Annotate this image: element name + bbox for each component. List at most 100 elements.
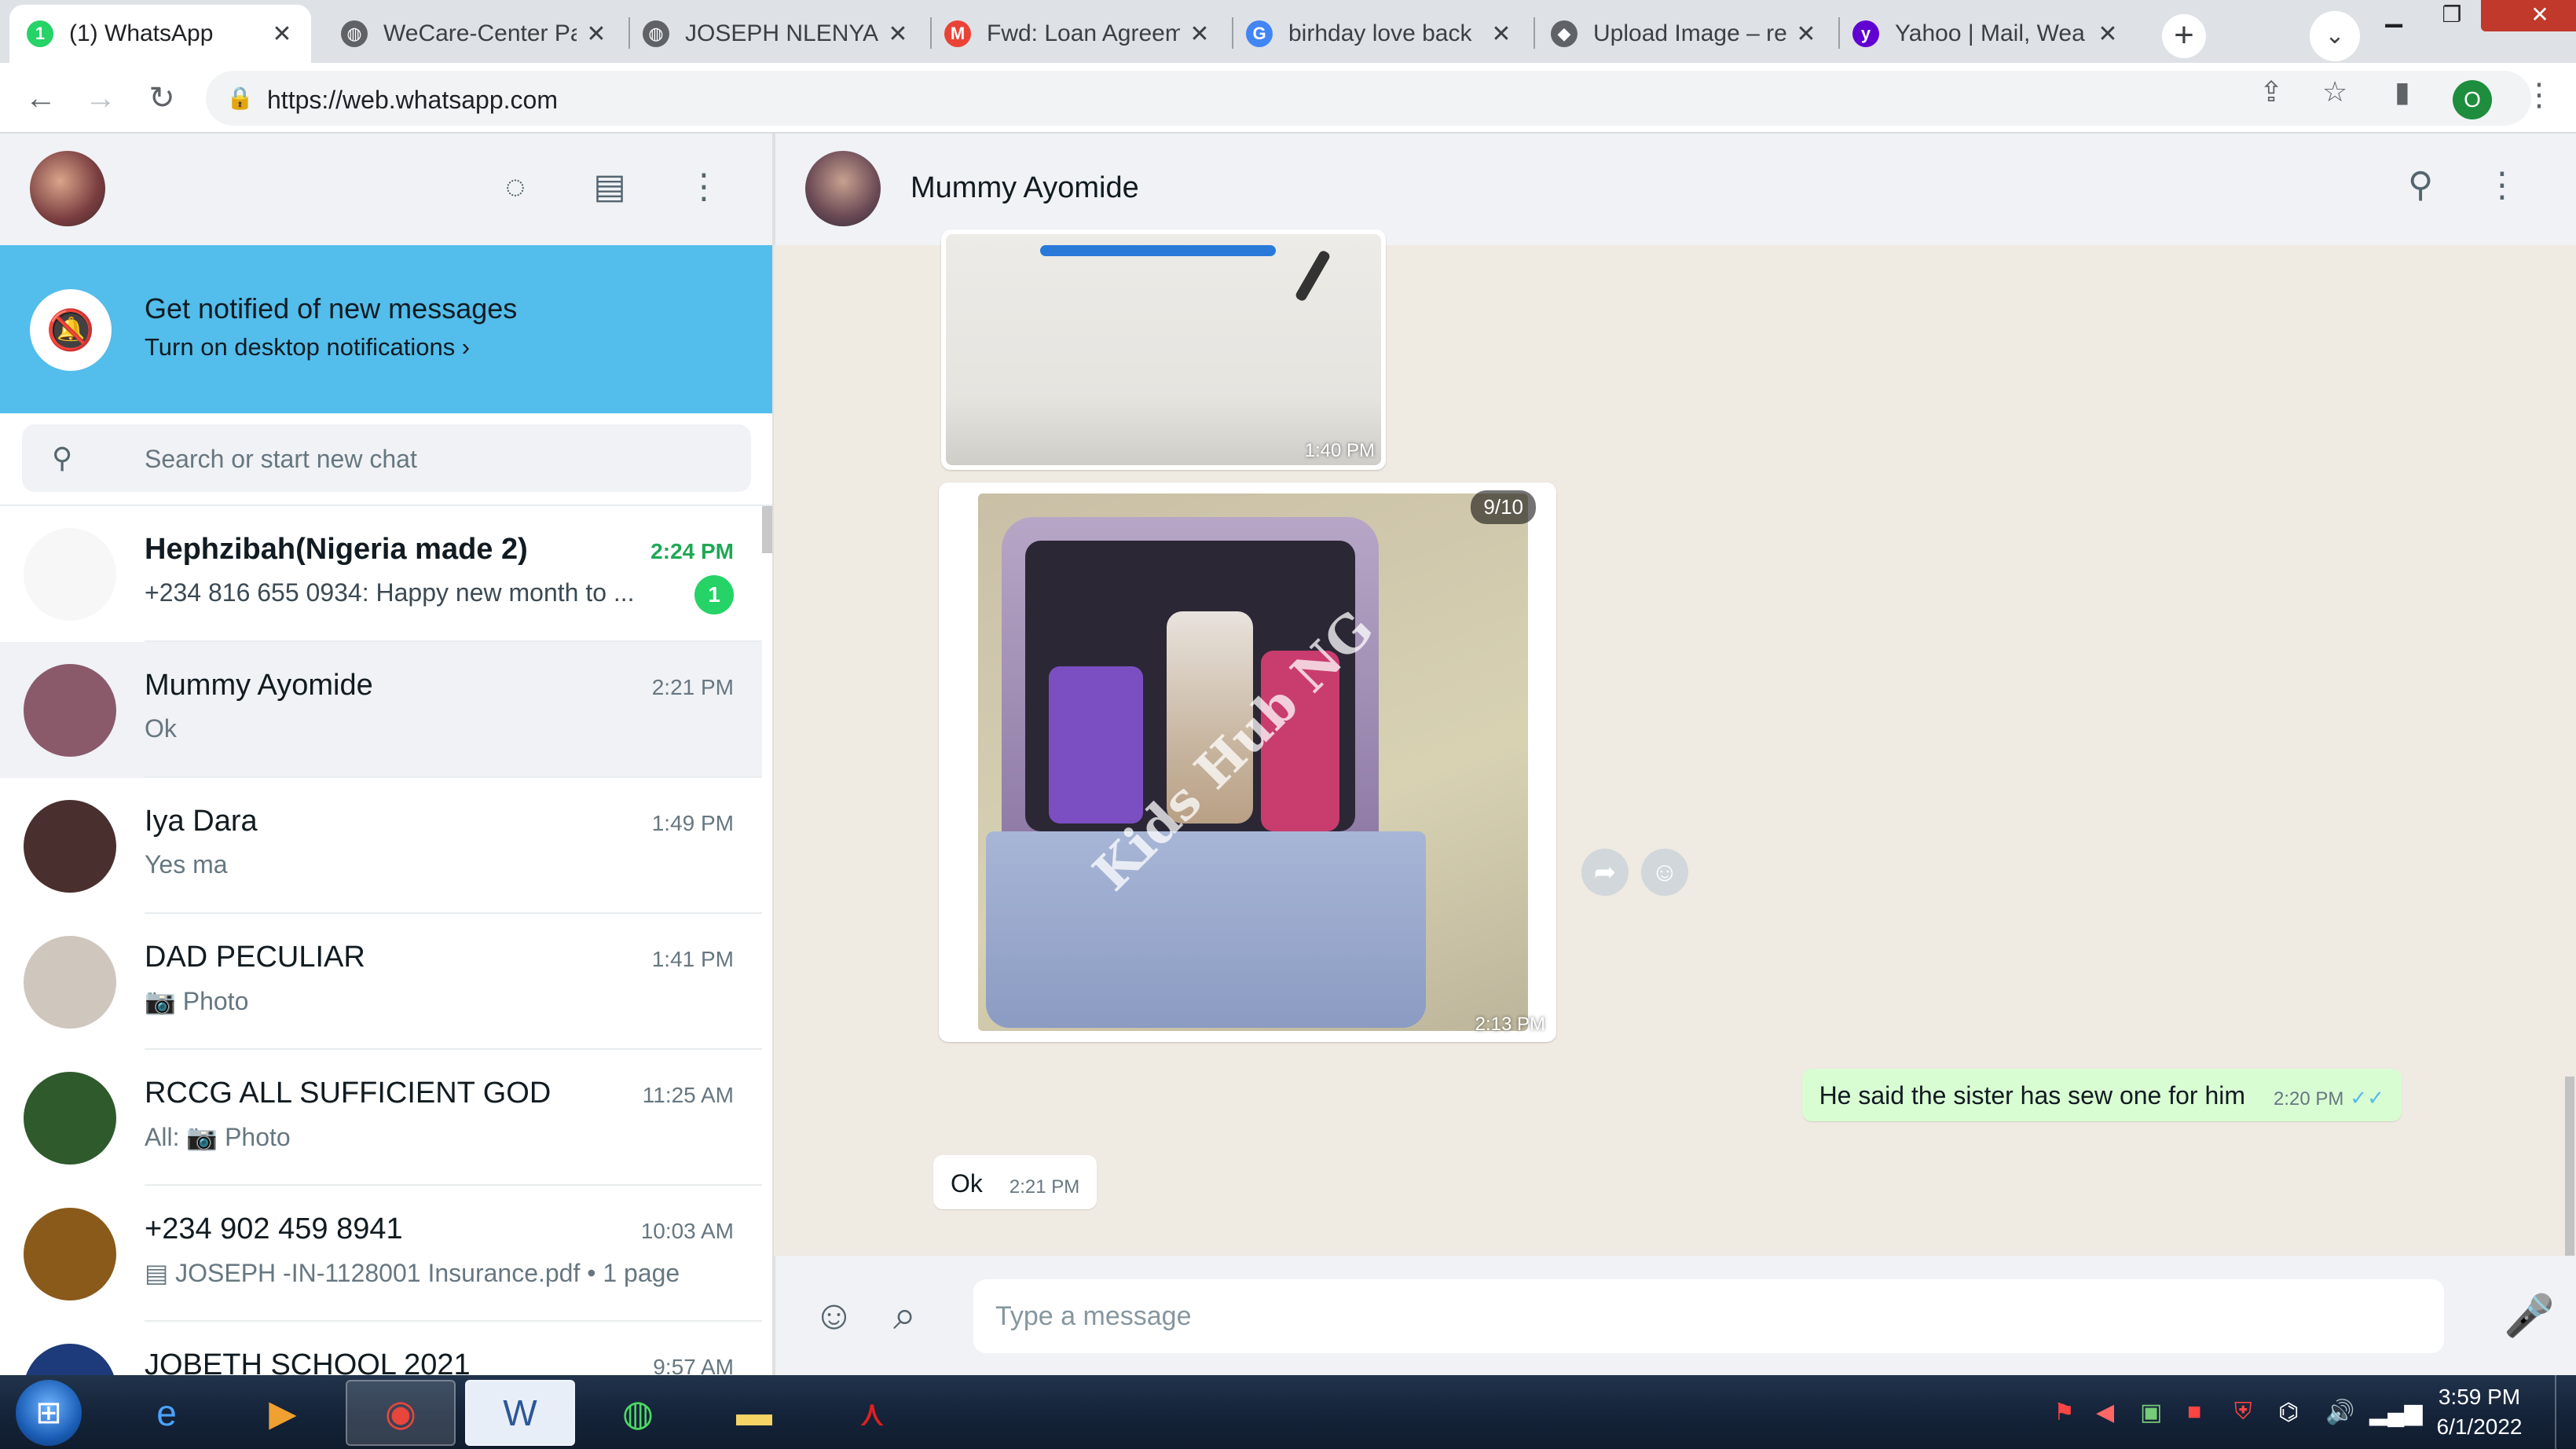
google-icon: G — [1246, 20, 1273, 47]
enable-notifications-link[interactable]: Turn on desktop notifications › — [145, 333, 470, 361]
read-receipt-icon: ✓✓ — [2350, 1086, 2384, 1110]
image-message[interactable]: Kids Hub NG 9/10 2:13 PM — [939, 482, 1556, 1042]
message-text: He said the sister has sew one for him — [1819, 1081, 2246, 1110]
start-button-icon[interactable]: ⊞ — [16, 1380, 82, 1446]
app-taskbar-icon[interactable]: ◍ — [583, 1380, 693, 1446]
address-bar[interactable]: 🔒 https://web.whatsapp.com — [206, 71, 2531, 126]
image-message[interactable]: 1:40 PM — [941, 229, 1386, 470]
browser-tab[interactable]: y Yahoo | Mail, Wea ✕ — [1835, 5, 2137, 63]
minimize-window-icon[interactable]: ▁ — [2365, 0, 2423, 31]
message-time: 1:40 PM — [1304, 440, 1375, 461]
new-chat-icon[interactable]: ▤ — [586, 163, 633, 211]
volume-icon[interactable]: 🔊 — [2325, 1399, 2354, 1426]
conversation-header[interactable]: Mummy Ayomide ⚲ ⋮ — [774, 134, 2576, 245]
search-input[interactable]: ⚲ Search or start new chat — [22, 424, 751, 492]
word-taskbar-icon[interactable]: W — [465, 1380, 575, 1446]
chat-name: +234 902 459 8941 — [145, 1212, 403, 1245]
chat-list-item[interactable]: +234 902 459 8941 10:03 AM ▤ JOSEPH -IN-11… — [0, 1186, 762, 1322]
notification-bell-off-icon: 🔕 — [30, 289, 112, 371]
chat-name: Iya Dara — [145, 805, 258, 838]
status-icon[interactable]: ◌ — [492, 163, 539, 211]
browser-tab[interactable]: Gbirhday love back ✕ — [1229, 5, 1530, 63]
profile-avatar[interactable]: O — [2453, 80, 2492, 119]
outgoing-message[interactable]: He said the sister has sew one for him 2… — [1801, 1069, 2402, 1121]
internet-explorer-icon[interactable]: e — [112, 1380, 222, 1446]
message-area: 1:40 PM Kids Hub NG 9/10 2:13 PM ➦ ☺ He … — [774, 229, 2576, 1256]
action-center-flag-icon[interactable]: ⚑ — [2054, 1399, 2075, 1426]
conversation-scrollbar[interactable] — [2565, 1077, 2574, 1256]
photo-detail — [1294, 249, 1332, 303]
my-profile-avatar[interactable] — [30, 151, 105, 226]
browser-tab[interactable]: ◍ WeCare-Center Pa ✕ — [324, 5, 625, 63]
emoji-icon[interactable]: ☺ — [813, 1292, 855, 1339]
tray-app-icon[interactable]: ▣ — [2140, 1399, 2162, 1426]
browser-tab[interactable]: M Fwd: Loan Agreem ✕ — [927, 5, 1229, 63]
antivirus-shield-icon[interactable]: ⛨ — [2234, 1399, 2252, 1425]
forward-icon[interactable]: → — [77, 75, 124, 123]
chat-list-item[interactable]: Iya Dara 1:49 PM Yes ma — [0, 778, 762, 914]
chat-list-scrollbar[interactable] — [762, 506, 772, 553]
tray-app-icon[interactable]: ◀ — [2096, 1399, 2114, 1426]
chat-name: RCCG ALL SUFFICIENT GOD — [145, 1077, 551, 1110]
microphone-icon[interactable]: 🎤 — [2504, 1292, 2555, 1340]
attach-icon[interactable]: ⌕ — [893, 1292, 916, 1340]
chat-avatar — [24, 664, 116, 757]
chat-list-item[interactable]: RCCG ALL SUFFICIENT GOD 11:25 AM All: 📷 Ph… — [0, 1050, 762, 1186]
close-window-icon[interactable]: ✕ — [2481, 0, 2576, 31]
conversation-menu-icon[interactable]: ⋮ — [2485, 165, 2519, 205]
close-tab-icon[interactable]: ✕ — [1490, 20, 1513, 48]
file-explorer-icon[interactable]: ▬ — [699, 1380, 809, 1446]
url-text: https://web.whatsapp.com — [267, 86, 558, 114]
browser-tab[interactable]: ◆ Upload Image – re ✕ — [1534, 5, 1835, 63]
browser-tab[interactable]: ◍ JOSEPH NLENYA.p ✕ — [625, 5, 927, 63]
tab-title: Yahoo | Mail, Wea — [1895, 20, 2085, 46]
lunch-bag-photo: Kids Hub NG — [978, 493, 1528, 1031]
message-time: 2:21 PM — [1009, 1176, 1080, 1198]
acrobat-reader-icon[interactable]: ⋏ — [817, 1380, 927, 1446]
signal-strength-icon[interactable]: ▂▄▆ — [2369, 1399, 2422, 1426]
network-adapter-icon[interactable]: ⌬ — [2278, 1399, 2299, 1426]
browser-menu-icon[interactable]: ⋮ — [2523, 77, 2555, 113]
react-emoji-icon[interactable]: ☺ — [1641, 849, 1688, 896]
chat-preview: Ok — [145, 714, 177, 743]
close-tab-icon[interactable]: ✕ — [886, 20, 910, 48]
forward-icon[interactable]: ➦ — [1581, 849, 1629, 896]
chat-list-item[interactable]: JOBETH SCHOOL 2021 9:57 AM — [0, 1322, 762, 1375]
close-tab-icon[interactable]: ✕ — [584, 20, 608, 48]
new-tab-button[interactable]: + — [2162, 14, 2206, 58]
taskbar-clock-time[interactable]: 3:59 PM — [2432, 1385, 2527, 1410]
chat-list-item[interactable]: Mummy Ayomide 2:21 PM Ok — [0, 642, 762, 778]
menu-icon[interactable]: ⋮ — [680, 163, 727, 211]
bookmark-star-icon[interactable]: ☆ — [2322, 75, 2347, 108]
side-panel-icon[interactable]: ▮ — [2395, 75, 2410, 108]
media-player-icon[interactable]: ▶ — [228, 1380, 338, 1446]
chat-list-item[interactable]: Hephzibah(Nigeria made 2) 2:24 PM +234 816… — [0, 506, 762, 642]
restore-window-icon[interactable]: ❐ — [2423, 0, 2481, 31]
contact-avatar[interactable] — [805, 151, 881, 226]
notification-title: Get notified of new messages — [145, 292, 518, 325]
close-tab-icon[interactable]: ✕ — [1794, 20, 1818, 48]
back-icon[interactable]: ← — [17, 75, 64, 123]
close-tab-icon[interactable]: ✕ — [1188, 20, 1211, 48]
search-icon: ⚲ — [52, 442, 73, 474]
show-desktop-button[interactable] — [2555, 1375, 2576, 1449]
notification-banner[interactable]: 🔕 Get notified of new messages Turn on d… — [0, 245, 772, 413]
incoming-message[interactable]: Ok 2:21 PM — [933, 1155, 1097, 1209]
close-tab-icon[interactable]: ✕ — [2096, 20, 2120, 48]
tray-app-icon[interactable]: ■ — [2187, 1399, 2201, 1425]
share-icon[interactable]: ⇪ — [2259, 75, 2283, 108]
chat-list-item[interactable]: DAD PECULIAR 1:41 PM 📷 Photo — [0, 914, 762, 1050]
browser-tab[interactable]: 1 (1) WhatsApp ✕ — [9, 5, 311, 63]
chat-list: Hephzibah(Nigeria made 2) 2:24 PM +234 816… — [0, 506, 762, 1375]
close-tab-icon[interactable]: ✕ — [270, 20, 294, 48]
search-messages-icon[interactable]: ⚲ — [2408, 165, 2433, 205]
message-input[interactable] — [973, 1279, 2444, 1353]
chat-time: 2:24 PM — [650, 539, 734, 563]
chrome-taskbar-icon[interactable]: ◉ — [346, 1380, 456, 1446]
tab-search-icon[interactable]: ⌄ — [2310, 11, 2360, 61]
reload-icon[interactable]: ↻ — [138, 75, 185, 123]
chat-avatar — [24, 1072, 116, 1165]
contact-name[interactable]: Mummy Ayomide — [911, 171, 1139, 205]
taskbar-clock-date[interactable]: 6/1/2022 — [2432, 1414, 2527, 1440]
chat-time: 9:57 AM — [653, 1355, 734, 1375]
